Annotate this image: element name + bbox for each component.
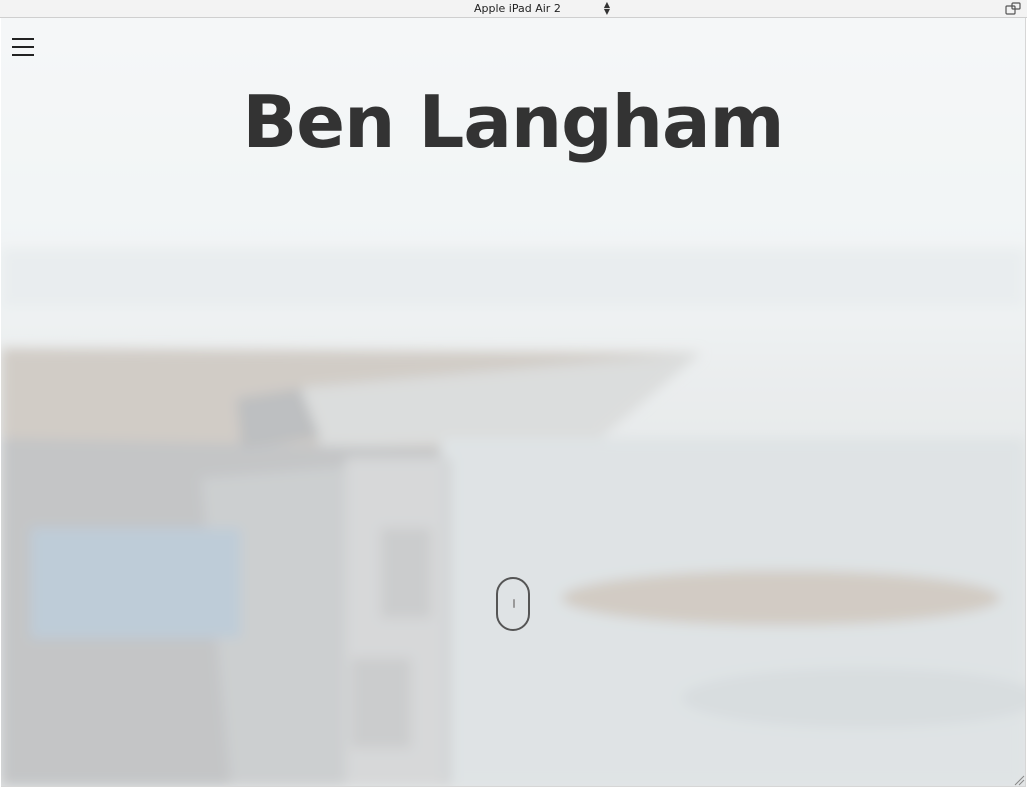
rotate-device-icon[interactable] bbox=[1005, 2, 1021, 16]
resize-grip-icon[interactable] bbox=[1013, 774, 1025, 786]
device-select-label: Apple iPad Air 2 bbox=[474, 2, 561, 15]
hamburger-menu-icon[interactable] bbox=[12, 37, 34, 57]
scroll-down-mouse-icon[interactable] bbox=[496, 577, 530, 631]
device-viewport: Ben Langham bbox=[1, 18, 1026, 787]
select-arrows-icon: ▲ ▼ bbox=[603, 0, 610, 16]
device-toolbar: Apple iPad Air 2 ▲ ▼ bbox=[0, 0, 1027, 18]
device-select[interactable]: Apple iPad Air 2 ▲ ▼ bbox=[470, 1, 612, 17]
site-title: Ben Langham bbox=[242, 80, 784, 164]
scroll-wheel bbox=[513, 599, 515, 608]
